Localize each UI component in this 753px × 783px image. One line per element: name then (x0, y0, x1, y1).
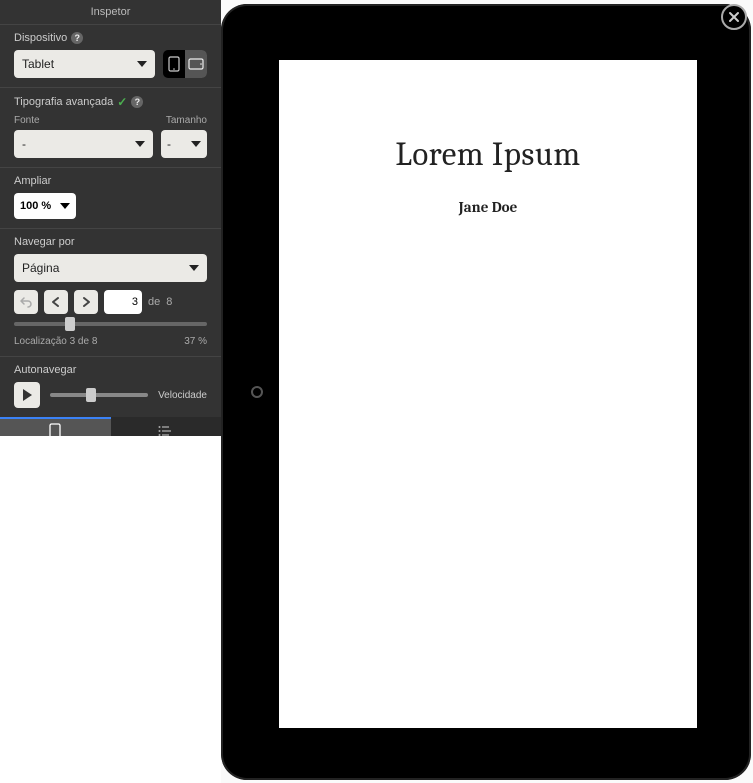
device-value: Tablet (22, 57, 54, 71)
page-input[interactable] (104, 290, 142, 314)
typography-label: Tipografia avançada (14, 96, 113, 108)
empty-panel (0, 436, 221, 783)
autonav-label: Autonavegar (14, 364, 76, 376)
check-icon: ✓ (117, 95, 127, 109)
book-author: Jane Doe (279, 198, 697, 216)
next-page-button[interactable] (74, 290, 98, 314)
size-select[interactable]: - (161, 130, 207, 158)
location-text: Localização 3 de 8 (14, 336, 97, 347)
slider-thumb[interactable] (86, 388, 96, 402)
close-button[interactable] (721, 4, 747, 30)
navigate-by-select[interactable]: Página (14, 254, 207, 282)
device-home-button (251, 386, 263, 398)
device-label: Dispositivo (14, 32, 67, 44)
slider-thumb[interactable] (65, 317, 75, 331)
zoom-value: 100 % (20, 200, 51, 212)
page-total: 8 (166, 296, 172, 308)
orientation-landscape-button[interactable] (185, 50, 207, 78)
location-slider[interactable] (14, 322, 207, 326)
close-icon (727, 10, 741, 24)
book-title: Lorem Ipsum (279, 136, 697, 174)
navigate-label: Navegar por (14, 236, 75, 248)
size-value: - (167, 137, 171, 151)
device-frame: Lorem Ipsum Jane Doe (221, 4, 751, 780)
chevron-down-icon (60, 203, 70, 209)
location-percent: 37 % (184, 336, 207, 347)
speed-label: Velocidade (158, 390, 207, 401)
font-select[interactable]: - (14, 130, 153, 158)
inspector-title: Inspetor (0, 0, 221, 25)
orientation-toggle[interactable] (163, 50, 207, 78)
prev-page-button[interactable] (44, 290, 68, 314)
help-icon[interactable]: ? (71, 32, 83, 44)
zoom-select[interactable]: 100 % (14, 193, 76, 219)
page-of-label: de (148, 296, 160, 308)
zoom-label: Ampliar (14, 175, 51, 187)
navigate-by-value: Página (22, 261, 59, 275)
chevron-down-icon (137, 61, 147, 67)
play-button[interactable] (14, 382, 40, 408)
undo-button[interactable] (14, 290, 38, 314)
chevron-down-icon (135, 141, 145, 147)
play-icon (23, 389, 32, 401)
device-screen[interactable]: Lorem Ipsum Jane Doe (279, 60, 697, 728)
device-select[interactable]: Tablet (14, 50, 155, 78)
font-value: - (22, 137, 26, 151)
orientation-portrait-button[interactable] (163, 50, 185, 78)
size-label: Tamanho (161, 115, 207, 126)
chevron-down-icon (189, 265, 199, 271)
speed-slider[interactable] (50, 393, 148, 397)
help-icon[interactable]: ? (131, 96, 143, 108)
font-label: Fonte (14, 115, 153, 126)
chevron-down-icon (191, 141, 201, 147)
